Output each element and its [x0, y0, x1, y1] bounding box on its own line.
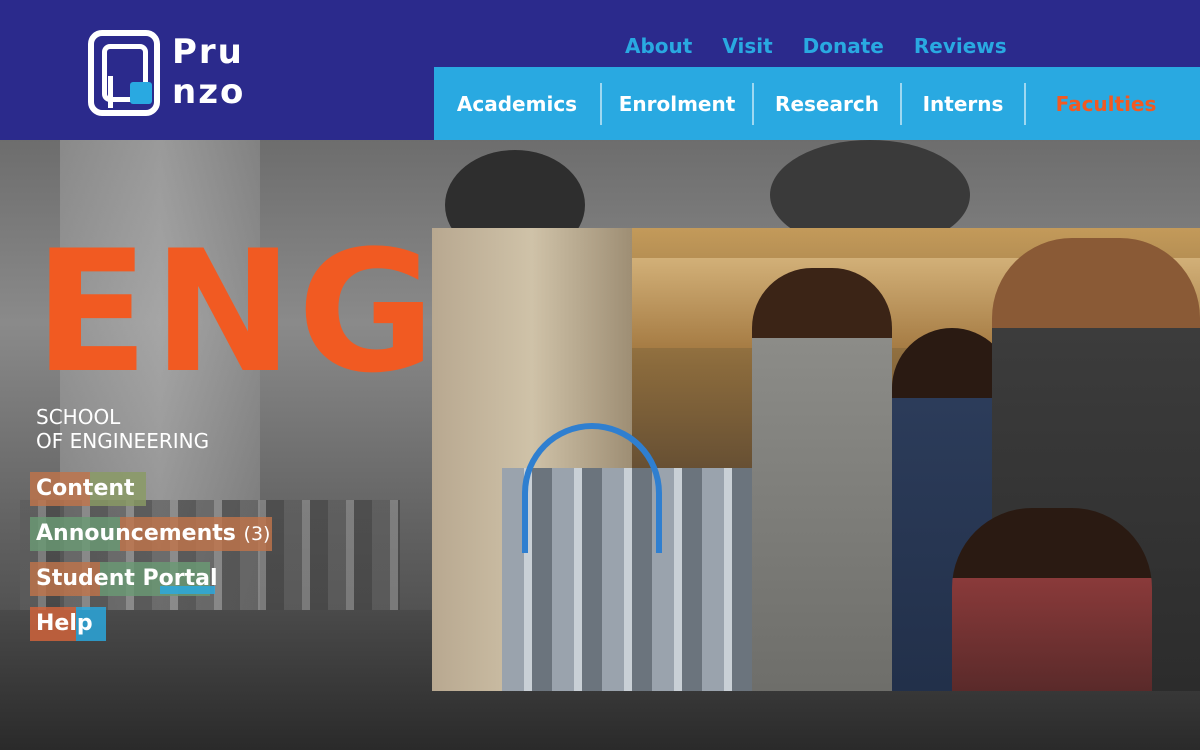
main-nav-faculties[interactable]: Faculties	[1026, 83, 1186, 125]
side-links: Content Announcements (3) Student Portal…	[30, 470, 272, 650]
pruzo-logo[interactable]: Pru nzo	[88, 30, 278, 120]
side-link-announcements-label: Announcements (3)	[30, 521, 270, 546]
school-label-line2: OF ENGINEERING	[36, 429, 210, 453]
main-nav-research[interactable]: Research	[754, 82, 902, 125]
logo-text-line2: nzo	[172, 72, 246, 112]
main-nav-interns[interactable]: Interns	[902, 82, 1026, 125]
featured-lab-photo	[432, 228, 1200, 691]
nav-link-reviews[interactable]: Reviews	[914, 34, 1007, 58]
main-nav-enrolment[interactable]: Enrolment	[602, 82, 754, 125]
nav-link-visit[interactable]: Visit	[722, 34, 772, 58]
school-label: SCHOOL OF ENGINEERING	[36, 405, 296, 453]
side-link-student-portal[interactable]: Student Portal	[30, 560, 270, 598]
logo-wordmark: Pru nzo	[172, 32, 282, 112]
side-link-announcements[interactable]: Announcements (3)	[30, 515, 272, 553]
site-header: Pru nzo About Visit Donate Reviews Acade…	[0, 0, 1200, 140]
side-link-content[interactable]: Content	[30, 470, 270, 508]
side-link-help-label: Help	[36, 611, 93, 636]
side-link-content-label: Content	[36, 476, 135, 501]
photo-student	[952, 508, 1152, 691]
side-link-help[interactable]: Help	[30, 605, 270, 643]
logo-text-line1: Pru	[172, 32, 244, 72]
main-nav-academics[interactable]: Academics	[434, 82, 602, 125]
photo-blue-hose	[522, 423, 662, 553]
logo-icon	[88, 30, 160, 116]
utility-nav: About Visit Donate Reviews	[625, 34, 1007, 58]
side-link-student-portal-label: Student Portal	[36, 566, 218, 591]
announcements-count-badge: (3)	[243, 523, 271, 545]
school-label-line1: SCHOOL	[36, 405, 121, 429]
nav-link-about[interactable]: About	[625, 34, 692, 58]
eng-title: ENG	[34, 214, 440, 410]
main-nav: Academics Enrolment Research Interns Fac…	[434, 67, 1200, 140]
nav-link-donate[interactable]: Donate	[803, 34, 884, 58]
photo-student	[752, 268, 892, 691]
announcements-text: Announcements	[36, 521, 236, 546]
